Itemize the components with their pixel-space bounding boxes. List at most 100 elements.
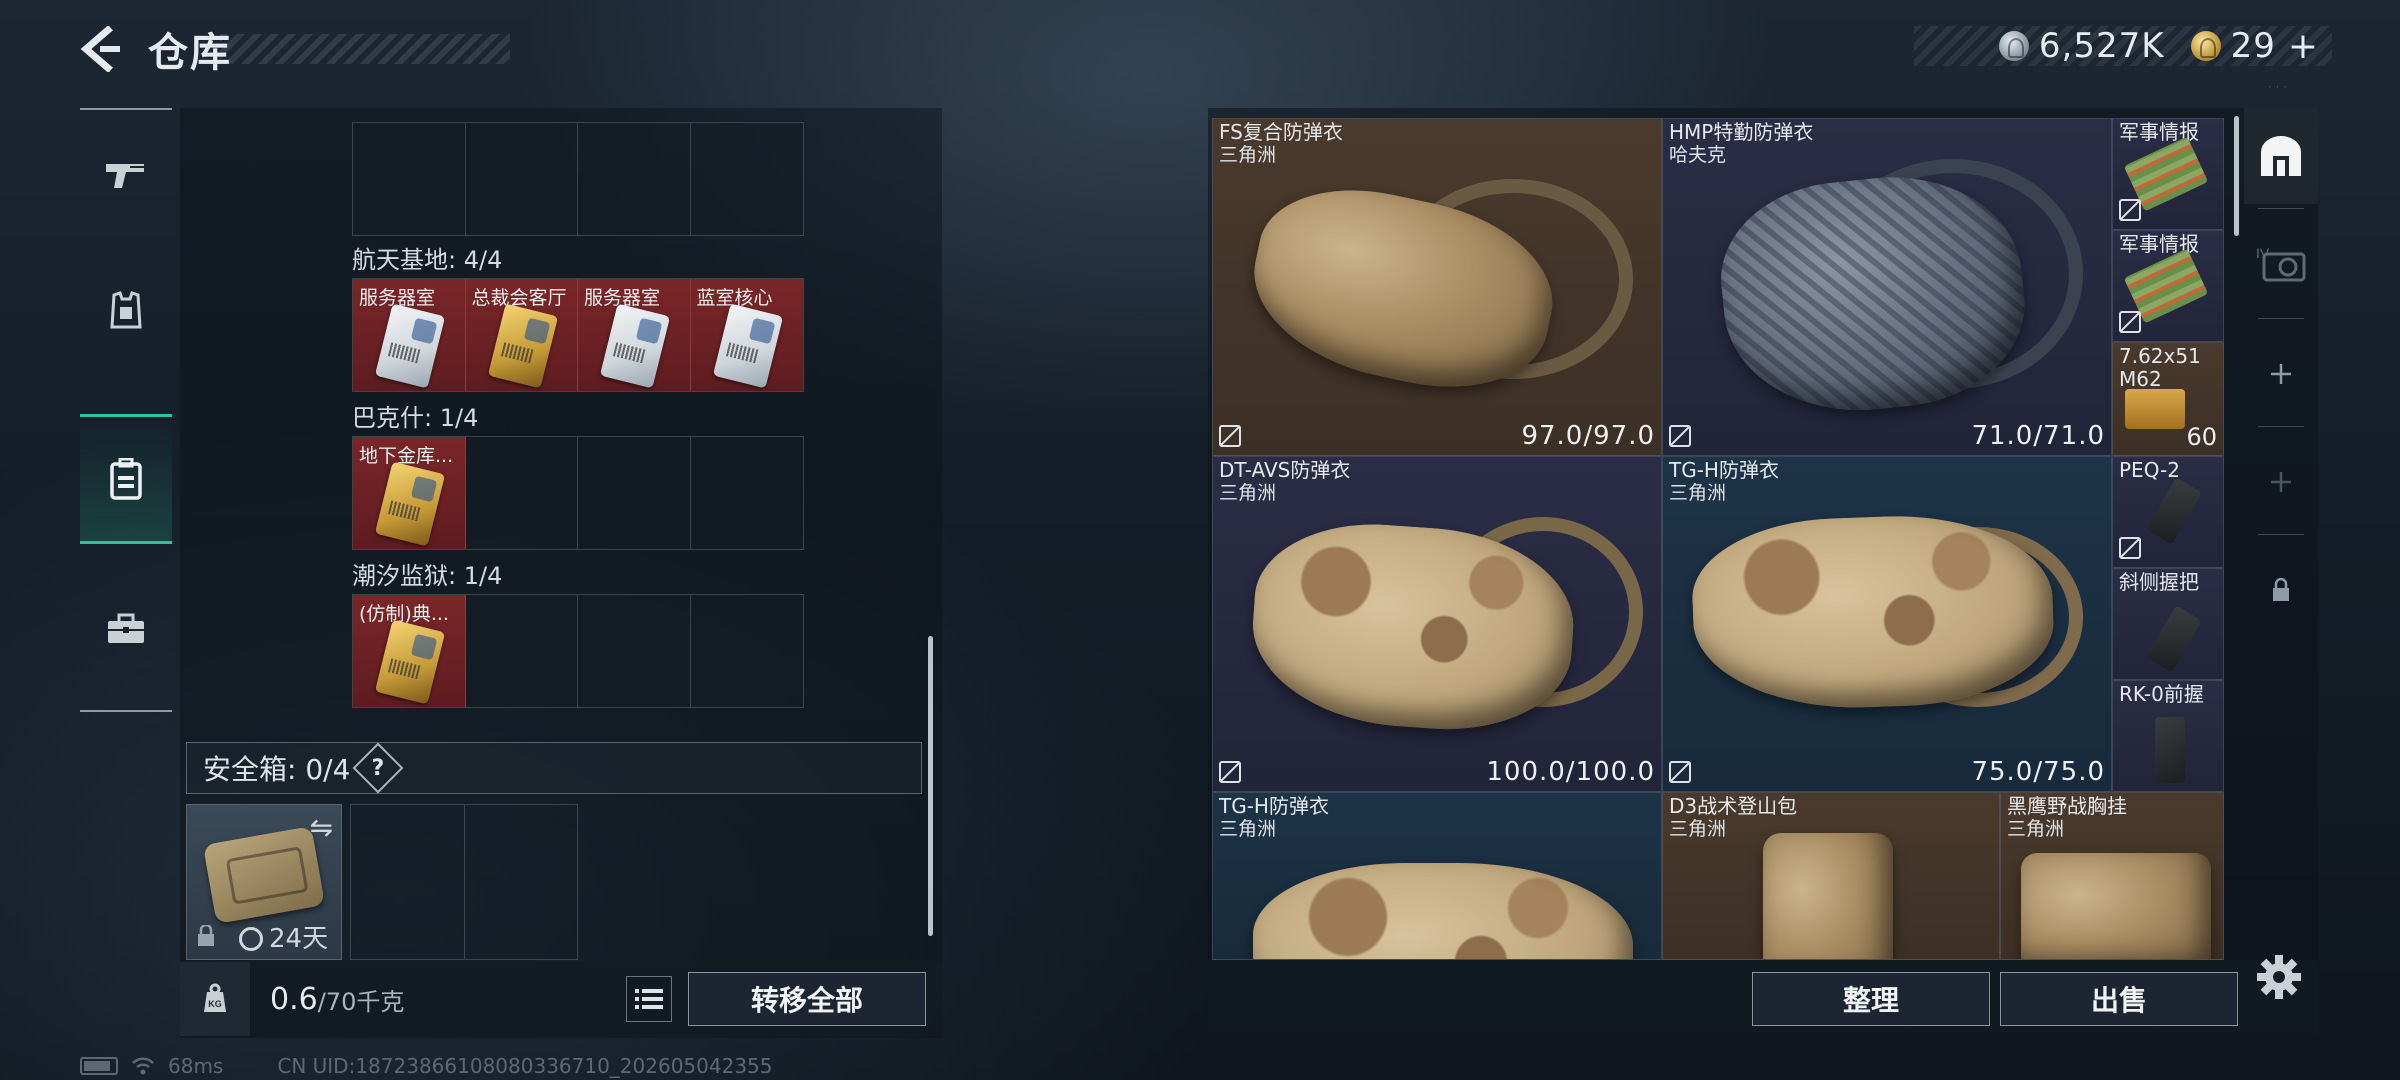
chest-rig-image xyxy=(2021,853,2211,959)
left-scrollbar[interactable] xyxy=(928,636,933,936)
stash-scrollbar[interactable] xyxy=(2234,116,2239,236)
stash-item[interactable]: TG-H防弹衣 三角洲 75.0/75.0 xyxy=(1662,456,2112,792)
weight-icon: KG xyxy=(180,962,250,1036)
list-view-button[interactable] xyxy=(626,976,672,1022)
title-decoration xyxy=(220,34,510,64)
item-name: HMP特勤防弹衣 xyxy=(1669,120,1814,144)
settings-button[interactable] xyxy=(2254,952,2304,1002)
keycard-slot[interactable]: 总裁会客厅 xyxy=(465,279,578,391)
empty-slot[interactable] xyxy=(578,437,691,549)
stash-item[interactable]: RK-0前握 xyxy=(2112,680,2224,792)
stash-iv-icon: IV xyxy=(2256,245,2306,282)
armor-icon xyxy=(110,291,142,329)
stash-tab-add[interactable] xyxy=(2244,326,2318,422)
keycard-slot[interactable]: 蓝室核心 xyxy=(690,279,803,391)
keycard-name: 蓝室核心 xyxy=(696,287,773,309)
stash-item[interactable]: 军事情报 xyxy=(2112,118,2224,230)
organize-button[interactable]: 整理 xyxy=(1752,972,1990,1026)
keycard-name: (仿制)典... xyxy=(359,603,449,625)
transfer-all-button[interactable]: 转移全部 xyxy=(688,972,926,1026)
grip-icon xyxy=(2146,605,2202,673)
keycard-slot[interactable]: (仿制)典... xyxy=(353,595,466,707)
stash-item[interactable]: 斜侧握把 xyxy=(2112,568,2224,680)
nav-toolbox[interactable] xyxy=(80,564,172,694)
stash-item[interactable]: D3战术登山包 三角洲 xyxy=(1662,792,2000,960)
item-name: RK-0前握 xyxy=(2119,682,2204,706)
empty-slot[interactable] xyxy=(578,123,691,235)
stash-item[interactable]: DT-AVS防弹衣 三角洲 100.0/100.0 xyxy=(1212,456,1662,792)
stash-tab-add-disabled[interactable] xyxy=(2244,434,2318,530)
item-name: FS复合防弹衣 xyxy=(1219,120,1343,144)
item-faction: 三角洲 xyxy=(1669,818,1727,840)
empty-slot-row xyxy=(352,122,804,236)
stash-tab-main[interactable] xyxy=(2244,108,2318,204)
empty-slot[interactable] xyxy=(353,123,466,235)
item-durability: 71.0/71.0 xyxy=(1971,421,2105,451)
keycard-row: 地下金库... xyxy=(352,436,804,550)
item-faction: 三角洲 xyxy=(1219,482,1277,504)
stash-item[interactable]: FS复合防弹衣 三角洲 97.0/97.0 xyxy=(1212,118,1662,456)
back-button[interactable] xyxy=(78,25,124,73)
gear-icon xyxy=(2257,955,2301,999)
item-faction: 三角洲 xyxy=(1669,482,1727,504)
stash-tabs: IV xyxy=(2244,108,2318,708)
empty-slot[interactable] xyxy=(690,123,803,235)
add-currency-button[interactable]: + xyxy=(2288,26,2318,67)
sell-button[interactable]: 出售 xyxy=(2000,972,2238,1026)
stash-item[interactable]: 7.62x51 M62 60 xyxy=(2112,342,2224,456)
empty-slot[interactable] xyxy=(465,123,578,235)
keycard-icon xyxy=(487,303,558,389)
empty-slot[interactable] xyxy=(465,437,578,549)
nav-weapons[interactable] xyxy=(80,110,172,240)
swap-icon[interactable]: ⇋ xyxy=(310,811,333,844)
keycard-icon xyxy=(599,303,671,389)
item-name: DT-AVS防弹衣 xyxy=(1219,458,1351,482)
keycard-slot[interactable]: 服务器室 xyxy=(578,279,691,391)
plus-icon xyxy=(2271,364,2291,384)
safebox-item[interactable]: ⇋ 24天 xyxy=(186,804,342,960)
gold-currency-value: 29 xyxy=(2230,26,2276,66)
stash-item[interactable]: HMP特勤防弹衣 哈夫克 71.0/71.0 xyxy=(1662,118,2112,456)
tab-divider xyxy=(2258,318,2304,319)
empty-slot[interactable] xyxy=(690,437,803,549)
keycard-icon xyxy=(374,303,446,389)
stash-item[interactable]: PEQ-2 xyxy=(2112,456,2224,568)
help-icon[interactable]: ? xyxy=(352,742,404,794)
empty-slot[interactable] xyxy=(690,595,803,707)
empty-slot[interactable] xyxy=(351,805,465,959)
stash-tab-locked[interactable] xyxy=(2244,542,2318,638)
stash-item[interactable]: TG-H防弹衣 三角洲 xyxy=(1212,792,1662,960)
keycard-name: 地下金库... xyxy=(359,445,454,467)
empty-slot[interactable] xyxy=(465,805,578,959)
battery-icon xyxy=(80,1057,118,1075)
list-icon xyxy=(635,989,663,1009)
stash-item[interactable]: 黑鹰野战胸挂 三角洲 xyxy=(2000,792,2224,960)
stash-tab-iv[interactable]: IV xyxy=(2244,216,2318,312)
silver-currency-value: 6,527K xyxy=(2038,26,2165,66)
item-name: PEQ-2 xyxy=(2119,458,2180,482)
tab-divider xyxy=(2258,208,2304,209)
backpack-image xyxy=(1763,833,1893,959)
item-faction: 三角洲 xyxy=(1219,818,1277,840)
toolbox-icon xyxy=(108,613,144,643)
ping-value: 68ms xyxy=(168,1054,224,1078)
stash-panel: FS复合防弹衣 三角洲 97.0/97.0 HMP特勤防弹衣 哈夫克 71.0/… xyxy=(1208,108,2318,1034)
keycard-icon xyxy=(374,619,446,705)
no-insurance-icon xyxy=(1669,761,1691,783)
no-insurance-icon xyxy=(2119,199,2141,221)
keycard-slot[interactable]: 地下金库... xyxy=(353,437,466,549)
stash-item[interactable]: 军事情报 xyxy=(2112,230,2224,342)
weight-bar: KG 0.6/70千克 转移全部 xyxy=(180,962,942,1036)
item-name: 斜侧握把 xyxy=(2119,570,2199,594)
empty-slot[interactable] xyxy=(465,595,578,707)
left-nav xyxy=(80,108,172,712)
empty-slot[interactable] xyxy=(578,595,691,707)
keycard-icon xyxy=(374,461,446,547)
nav-equipment[interactable] xyxy=(80,246,172,376)
stash-main-icon xyxy=(2261,136,2301,176)
gold-coin-icon xyxy=(2190,31,2221,61)
keycard-slot[interactable]: 服务器室 xyxy=(353,279,466,391)
nav-storage[interactable] xyxy=(80,414,172,544)
keycard-section-label: 巴克什: 1/4 xyxy=(352,404,479,432)
tab-divider xyxy=(2258,534,2304,535)
